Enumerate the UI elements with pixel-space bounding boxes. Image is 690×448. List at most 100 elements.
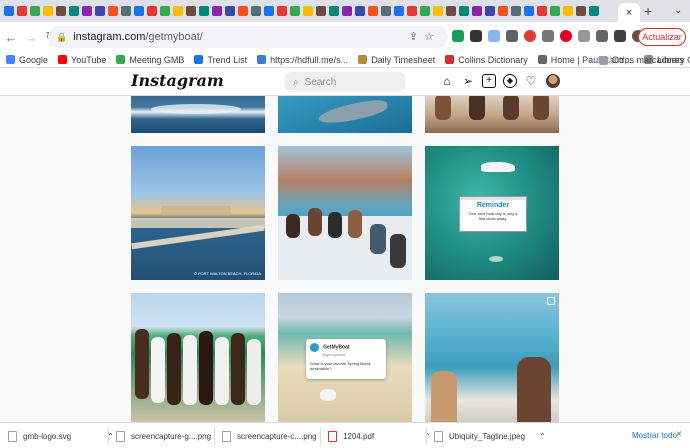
post-group-on-boat[interactable] [425,96,559,133]
tab-favicon[interactable] [251,6,261,16]
bookmark-item[interactable]: Daily Timesheet [358,55,435,65]
tab-favicon[interactable] [95,6,105,16]
close-downloads-icon[interactable]: × [676,429,682,440]
post-spring-break-poll[interactable]: GetMyBoat @getmyboat What is your favori… [278,293,412,422]
pinterest-icon[interactable] [560,30,572,42]
chevron-up-icon[interactable]: ⌃ [539,432,546,441]
forward-button[interactable]: → [22,30,40,45]
tab-favicon[interactable] [329,6,339,16]
tab-search-icon[interactable]: ⌄ [674,5,682,16]
back-button[interactable]: ← [2,30,20,45]
search-placeholder: Search [304,76,337,88]
post-bridge-aerial[interactable]: © FORT WALTON BEACH, FLORIDA [131,146,265,280]
tab-favicon[interactable] [485,6,495,16]
download-item[interactable]: 1204.pdf ⌃ [328,428,431,444]
extension-icon[interactable] [578,30,590,42]
post-ocean-wake[interactable] [131,96,265,133]
tab-favicon[interactable] [277,6,287,16]
tab-favicon[interactable] [472,6,482,16]
bookmark-item[interactable]: YouTube [58,55,106,65]
tab-favicon[interactable] [459,6,469,16]
post-couple-on-bow[interactable] [425,293,559,422]
search-input[interactable]: ⌕ Search [285,72,405,92]
active-tab[interactable]: × [618,3,640,22]
explore-icon[interactable]: ◆ [503,74,517,88]
puzzle-icon[interactable] [596,30,608,42]
tab-favicon[interactable] [82,6,92,16]
close-tab-icon[interactable]: × [626,7,632,19]
tab-favicon[interactable] [446,6,456,16]
bookmark-item[interactable]: https://hdfull.me/s... [257,55,348,65]
tab-favicon[interactable] [563,6,573,16]
tab-favicon[interactable] [342,6,352,16]
extension-icon[interactable] [470,30,482,42]
tab-favicon[interactable] [550,6,560,16]
tab-favicon[interactable] [524,6,534,16]
tab-favicon[interactable] [30,6,40,16]
tab-favicon[interactable] [303,6,313,16]
show-all-downloads-link[interactable]: Mostrar todo [632,431,677,440]
tab-favicon[interactable] [225,6,235,16]
bookmark-label: Collins Dictionary [458,54,528,65]
tab-favicon[interactable] [420,6,430,16]
bookmark-item[interactable]: Trend List [194,55,247,65]
home-icon[interactable]: ⌂ [440,74,454,88]
tab-favicon[interactable] [381,6,391,16]
bookmark-item[interactable]: Collins Dictionary [445,55,528,65]
tab-favicon[interactable] [56,6,66,16]
bookmark-label: https://hdfull.me/s... [270,54,349,65]
tab-favicon[interactable] [394,6,404,16]
tab-favicon[interactable] [368,6,378,16]
tab-favicon[interactable] [498,6,508,16]
tab-favicon[interactable] [173,6,183,16]
tab-favicon[interactable] [433,6,443,16]
tab-favicon[interactable] [108,6,118,16]
sidebar-icon[interactable] [614,30,626,42]
post-group-beach-photo[interactable] [131,293,265,422]
tab-favicon[interactable] [576,6,586,16]
tab-favicon[interactable] [160,6,170,16]
extension-icon[interactable] [506,30,518,42]
post-reminder-boat[interactable]: Reminder Your next boat day is only a fe… [425,146,559,280]
tab-favicon[interactable] [511,6,521,16]
tab-favicon[interactable] [238,6,248,16]
share-and-star-icons[interactable]: ⇪☆ [409,30,440,43]
tab-favicon[interactable] [212,6,222,16]
getmyboat-logo-icon [310,343,319,352]
bookmark-item[interactable]: Meeting GMB [116,55,184,65]
tab-favicon[interactable] [69,6,79,16]
extension-icon[interactable] [452,30,464,42]
address-bar[interactable]: 🔒 instagram.com/getmyboat/ ⇪☆ [48,26,448,48]
extension-icon[interactable] [488,30,500,42]
tab-favicon[interactable] [290,6,300,16]
other-bookmarks[interactable]: Otros marcadores [598,55,684,65]
tab-favicon[interactable] [147,6,157,16]
post-group-boat-selfie[interactable] [278,146,412,280]
tab-favicon[interactable] [537,6,547,16]
tab-favicon[interactable] [264,6,274,16]
tab-favicon[interactable] [17,6,27,16]
new-post-icon[interactable]: + [482,74,496,88]
new-tab-button[interactable]: + [644,4,652,18]
extension-icon[interactable] [524,30,536,42]
heart-icon[interactable]: ♡ [524,74,538,88]
update-button[interactable]: Actualizar [638,28,686,46]
download-item[interactable]: gmb-logo.svg ⌃ [8,428,114,444]
profile-avatar[interactable] [546,74,560,88]
tab-favicon[interactable] [199,6,209,16]
instagram-logo[interactable]: Instagram [131,71,224,90]
bookmark-item[interactable]: Google [6,55,48,65]
tab-favicon[interactable] [134,6,144,16]
tab-favicon[interactable] [316,6,326,16]
tab-favicon[interactable] [186,6,196,16]
extension-icon[interactable] [542,30,554,42]
post-dolphin[interactable] [278,96,412,133]
direct-messages-icon[interactable]: ➢ [461,74,475,88]
tab-favicon[interactable] [355,6,365,16]
tab-favicon[interactable] [407,6,417,16]
tab-favicon[interactable] [43,6,53,16]
tab-favicon[interactable] [121,6,131,16]
download-item[interactable]: Ubiquity_Tagline.jpeg ⌃ [434,428,546,444]
tab-favicon[interactable] [589,6,599,16]
tab-favicon[interactable] [4,6,14,16]
